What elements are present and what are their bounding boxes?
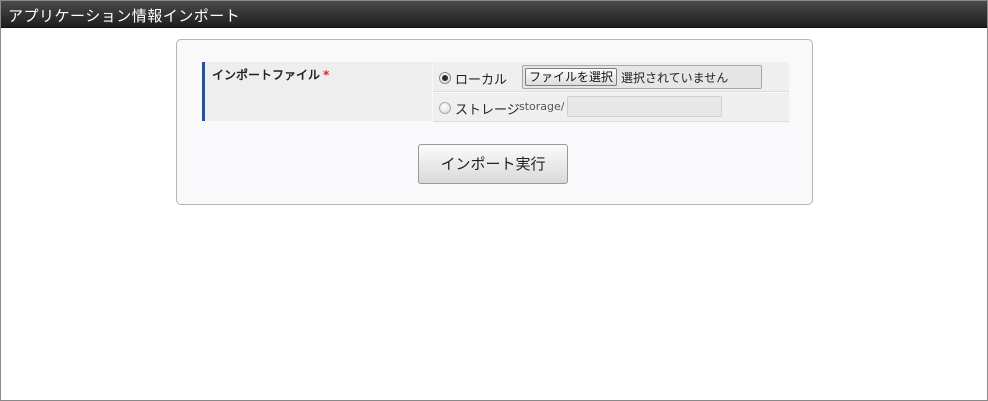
storage-path-input[interactable] — [567, 96, 722, 117]
local-radio-icon[interactable] — [439, 72, 451, 84]
import-file-label-cell: インポートファイル * — [202, 62, 432, 121]
import-file-label: インポートファイル * — [212, 66, 329, 83]
file-input[interactable]: ファイルを選択 選択されていません — [522, 65, 762, 89]
choose-file-button[interactable]: ファイルを選択 — [525, 68, 617, 86]
storage-path-prefix: storage/ — [519, 100, 565, 113]
import-form-panel: インポートファイル * ローカル ファイルを選択 選択されていません ストレージ … — [176, 39, 813, 205]
storage-radio-label[interactable]: ストレージ — [455, 99, 520, 118]
app-window: アプリケーション情報インポート インポートファイル * ローカル ファイルを選択 … — [0, 0, 988, 401]
import-execute-button[interactable]: インポート実行 — [418, 144, 568, 184]
local-radio-label[interactable]: ローカル — [455, 69, 507, 88]
import-file-label-text: インポートファイル — [212, 68, 321, 82]
storage-option-row: ストレージ storage/ — [433, 93, 789, 122]
storage-radio-icon[interactable] — [439, 102, 451, 114]
title-bar: アプリケーション情報インポート — [1, 1, 987, 28]
file-status-text: 選択されていません — [621, 71, 729, 85]
required-mark: * — [323, 68, 330, 82]
local-option-row: ローカル ファイルを選択 選択されていません — [433, 62, 789, 92]
window-title: アプリケーション情報インポート — [8, 7, 241, 25]
